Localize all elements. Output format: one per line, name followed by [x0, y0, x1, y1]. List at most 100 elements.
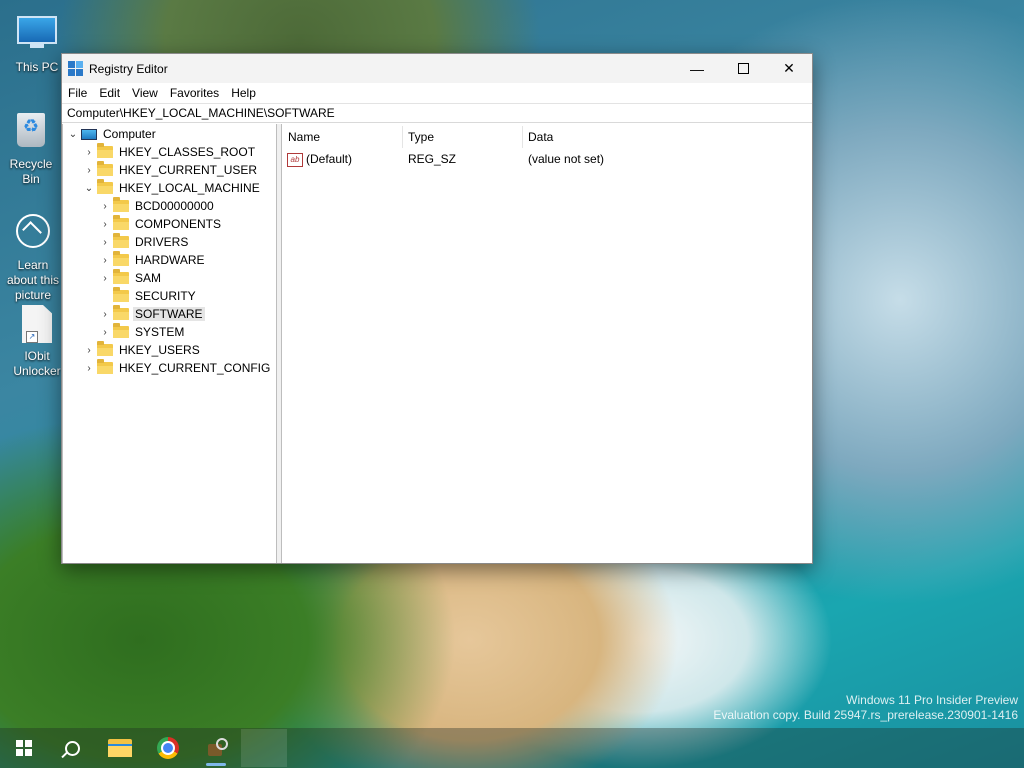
string-value-icon: ab — [287, 152, 303, 167]
desktop-icon-label: This PC — [15, 60, 59, 74]
maximize-icon — [737, 63, 749, 74]
tree-label: Computer — [103, 127, 156, 141]
chevron-right-icon[interactable]: › — [99, 327, 111, 338]
this-pc-icon — [17, 16, 57, 56]
watermark-line2: Evaluation copy. Build 25947.rs_prerelea… — [713, 708, 1018, 722]
menu-edit[interactable]: Edit — [93, 83, 126, 103]
desktop-icon-recycle-bin[interactable]: Recycle Bin — [0, 110, 62, 187]
chrome-icon — [157, 737, 179, 759]
address-bar[interactable]: Computer\HKEY_LOCAL_MACHINE\SOFTWARE — [62, 103, 812, 123]
taskbar — [0, 728, 1024, 768]
tree-node-components[interactable]: › COMPONENTS — [99, 215, 223, 233]
tree-label: HKEY_CURRENT_CONFIG — [119, 361, 271, 375]
tree-node-hkey-users[interactable]: › HKEY_USERS — [83, 341, 202, 359]
value-type: REG_SZ — [408, 152, 457, 166]
taskbar-active-tile[interactable] — [240, 728, 288, 768]
close-button[interactable]: ✕ — [766, 54, 812, 83]
title-bar[interactable]: Registry Editor — ✕ — [62, 54, 812, 83]
minimize-button[interactable]: — — [674, 54, 720, 83]
registry-editor-window: Registry Editor — ✕ File Edit View Favor… — [61, 53, 813, 564]
tree-label: HARDWARE — [135, 253, 205, 267]
chevron-right-icon[interactable]: › — [99, 309, 111, 320]
desktop-icon-iobit-unlocker[interactable]: ↗ IObit Unlocker — [6, 305, 68, 379]
folder-icon — [97, 161, 113, 176]
tree-node-bcd00000000[interactable]: › BCD00000000 — [99, 197, 216, 215]
chevron-right-icon[interactable]: › — [99, 219, 111, 230]
recycle-bin-icon — [11, 113, 51, 153]
folder-icon — [113, 323, 129, 338]
tree-node-software[interactable]: › SOFTWARE — [99, 305, 205, 323]
tree-label: HKEY_CLASSES_ROOT — [119, 145, 256, 159]
tree-node-hkey-classes-root[interactable]: › HKEY_CLASSES_ROOT — [83, 143, 257, 161]
value-row[interactable]: ab (Default) — [287, 150, 352, 168]
chevron-right-icon[interactable]: › — [99, 273, 111, 284]
chevron-right-icon[interactable]: › — [99, 201, 111, 212]
column-header-data[interactable]: Data — [522, 128, 728, 146]
chevron-right-icon[interactable]: › — [83, 147, 95, 158]
tree-node-sam[interactable]: › SAM — [99, 269, 163, 287]
tree-label: SYSTEM — [135, 325, 185, 339]
chevron-down-icon[interactable]: ⌄ — [67, 129, 79, 140]
registry-editor-icon — [68, 61, 83, 76]
menu-help[interactable]: Help — [225, 83, 262, 103]
values-list: Name Type Data ab (Default) REG_SZ (value… — [281, 124, 812, 563]
tree-node-hkey-current-config[interactable]: › HKEY_CURRENT_CONFIG — [83, 359, 272, 377]
window-title: Registry Editor — [89, 61, 168, 76]
folder-icon — [113, 287, 129, 302]
value-name: (Default) — [306, 152, 353, 166]
tree-node-security[interactable]: SECURITY — [99, 287, 198, 305]
menu-bar: File Edit View Favorites Help — [62, 83, 812, 103]
folder-icon — [113, 233, 129, 248]
tree-node-hkey-local-machine[interactable]: ⌄ HKEY_LOCAL_MACHINE — [83, 179, 262, 197]
computer-icon — [81, 128, 97, 140]
folder-icon — [97, 179, 113, 194]
tree-label: HKEY_CURRENT_USER — [119, 163, 258, 177]
menu-favorites[interactable]: Favorites — [164, 83, 225, 103]
chevron-right-icon[interactable]: › — [83, 165, 95, 176]
tree-label: HKEY_USERS — [119, 343, 200, 357]
chevron-right-icon[interactable]: › — [99, 237, 111, 248]
start-icon — [16, 740, 32, 756]
desktop-icon-this-pc[interactable]: This PC — [6, 12, 68, 75]
desktop-icon-label: IObit Unlocker — [13, 349, 61, 378]
tree-node-computer[interactable]: ⌄ Computer — [67, 125, 158, 143]
folder-icon — [113, 305, 129, 320]
search-button[interactable] — [48, 728, 96, 768]
chevron-right-icon[interactable]: › — [99, 255, 111, 266]
minimize-icon: — — [690, 60, 704, 77]
chevron-down-icon[interactable]: ⌄ — [83, 183, 95, 194]
folder-icon — [113, 251, 129, 266]
tree-node-system[interactable]: › SYSTEM — [99, 323, 186, 341]
tree-node-hardware[interactable]: › HARDWARE — [99, 251, 207, 269]
menu-file[interactable]: File — [62, 83, 93, 103]
shortcut-file-icon: ↗ — [17, 305, 57, 345]
desktop-icon-learn-about-picture[interactable]: Learn about this picture — [2, 210, 64, 303]
menu-view[interactable]: View — [126, 83, 164, 103]
column-header-name[interactable]: Name — [282, 128, 402, 146]
key-tree: ⌄ Computer › HKEY_CLASSES_ROOT › HKEY_CU… — [62, 124, 277, 563]
column-header-type[interactable]: Type — [402, 128, 522, 146]
folder-icon — [113, 215, 129, 230]
search-icon — [64, 740, 80, 756]
tree-node-hkey-current-user[interactable]: › HKEY_CURRENT_USER — [83, 161, 259, 179]
chevron-right-icon[interactable]: › — [83, 363, 95, 374]
tree-label: SAM — [135, 271, 162, 285]
tree-node-drivers[interactable]: › DRIVERS — [99, 233, 190, 251]
watermark-line1: Windows 11 Pro Insider Preview — [846, 693, 1018, 707]
maximize-button[interactable] — [720, 54, 766, 83]
windows-watermark: Windows 11 Pro Insider Preview Evaluatio… — [713, 693, 1018, 723]
tree-label: SECURITY — [135, 289, 196, 303]
chevron-right-icon[interactable]: › — [83, 345, 95, 356]
folder-icon — [97, 143, 113, 158]
folder-icon — [97, 359, 113, 374]
file-explorer-icon — [108, 739, 132, 757]
registry-editor-taskbar-button[interactable] — [192, 728, 240, 768]
value-data: (value not set) — [528, 152, 605, 166]
tree-label: DRIVERS — [135, 235, 189, 249]
file-explorer-button[interactable] — [96, 728, 144, 768]
desktop-icon-label: Recycle Bin — [9, 157, 53, 186]
chrome-button[interactable] — [144, 728, 192, 768]
start-button[interactable] — [0, 728, 48, 768]
tree-label: COMPONENTS — [135, 217, 222, 231]
folder-icon — [113, 197, 129, 212]
